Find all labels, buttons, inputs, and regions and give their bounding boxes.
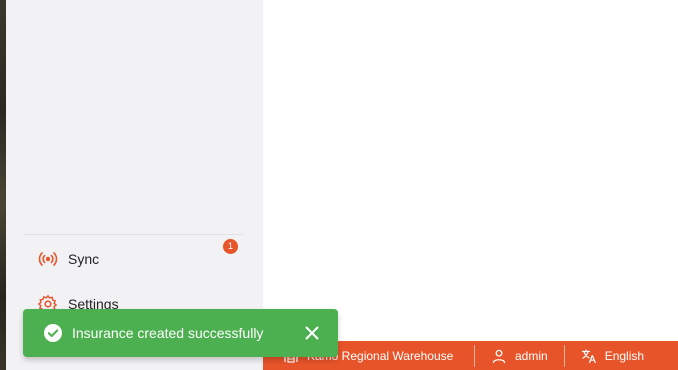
check-circle-icon bbox=[44, 324, 62, 342]
toast-message: Insurance created successfully bbox=[72, 325, 264, 341]
sidebar-item-label: Sync bbox=[68, 251, 100, 267]
success-toast: Insurance created successfully bbox=[23, 309, 338, 357]
sync-notification-badge: 1 bbox=[223, 239, 238, 254]
language-selector[interactable]: English bbox=[565, 341, 660, 370]
language-label: English bbox=[604, 348, 645, 363]
broadcast-icon bbox=[38, 249, 58, 269]
user-name: admin bbox=[515, 348, 548, 363]
translate-icon bbox=[581, 348, 596, 363]
close-icon[interactable] bbox=[304, 325, 320, 341]
user-menu[interactable]: admin bbox=[475, 341, 564, 370]
app-window: Sync 1 Settings Kamo Regional Warehouse bbox=[0, 0, 678, 370]
user-icon bbox=[492, 349, 506, 363]
main-content bbox=[263, 0, 678, 340]
sidebar-divider bbox=[24, 234, 243, 235]
sidebar-item-sync[interactable]: Sync bbox=[38, 247, 99, 271]
